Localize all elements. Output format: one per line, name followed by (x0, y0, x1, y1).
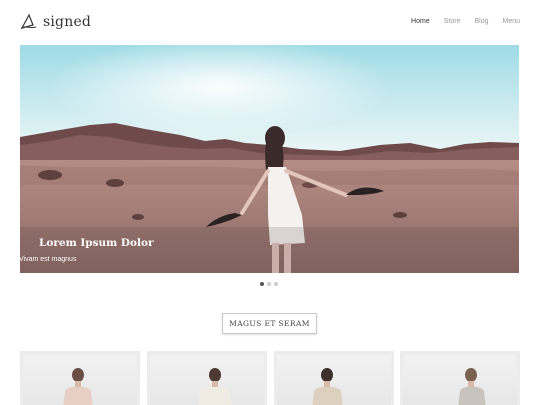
hero-subtitle: Vivam est magnus (19, 256, 77, 263)
product-card[interactable] (274, 351, 394, 405)
section-heading-button[interactable]: MAGUS ET SERAM (222, 313, 317, 334)
product-card[interactable] (400, 351, 520, 405)
slider-dots (260, 282, 281, 286)
hero-caption-overlay (20, 227, 519, 273)
nav-menu[interactable]: Menu (502, 18, 520, 25)
product-card[interactable] (20, 351, 140, 405)
pen-nib-icon (20, 13, 37, 29)
product-image (403, 355, 517, 405)
nav-blog[interactable]: Blog (474, 18, 488, 25)
slider-dot-1[interactable] (260, 282, 264, 286)
nav-store[interactable]: Store (444, 18, 461, 25)
site-logo[interactable]: signed (20, 13, 91, 30)
site-header: signed Home Store Blog Menu (0, 0, 540, 44)
main-nav: Home Store Blog Menu (397, 18, 520, 25)
logo-text: signed (43, 13, 92, 30)
slider-dot-3[interactable] (274, 282, 278, 286)
product-image (150, 355, 264, 405)
hero-title: Lorem Ipsum Dolor (39, 237, 154, 249)
product-grid (20, 351, 520, 405)
nav-home[interactable]: Home (411, 18, 430, 25)
product-image (23, 355, 137, 405)
product-card[interactable] (147, 351, 267, 405)
product-image (277, 355, 391, 405)
hero-slider[interactable]: Lorem Ipsum Dolor (20, 45, 519, 273)
slider-dot-2[interactable] (267, 282, 271, 286)
